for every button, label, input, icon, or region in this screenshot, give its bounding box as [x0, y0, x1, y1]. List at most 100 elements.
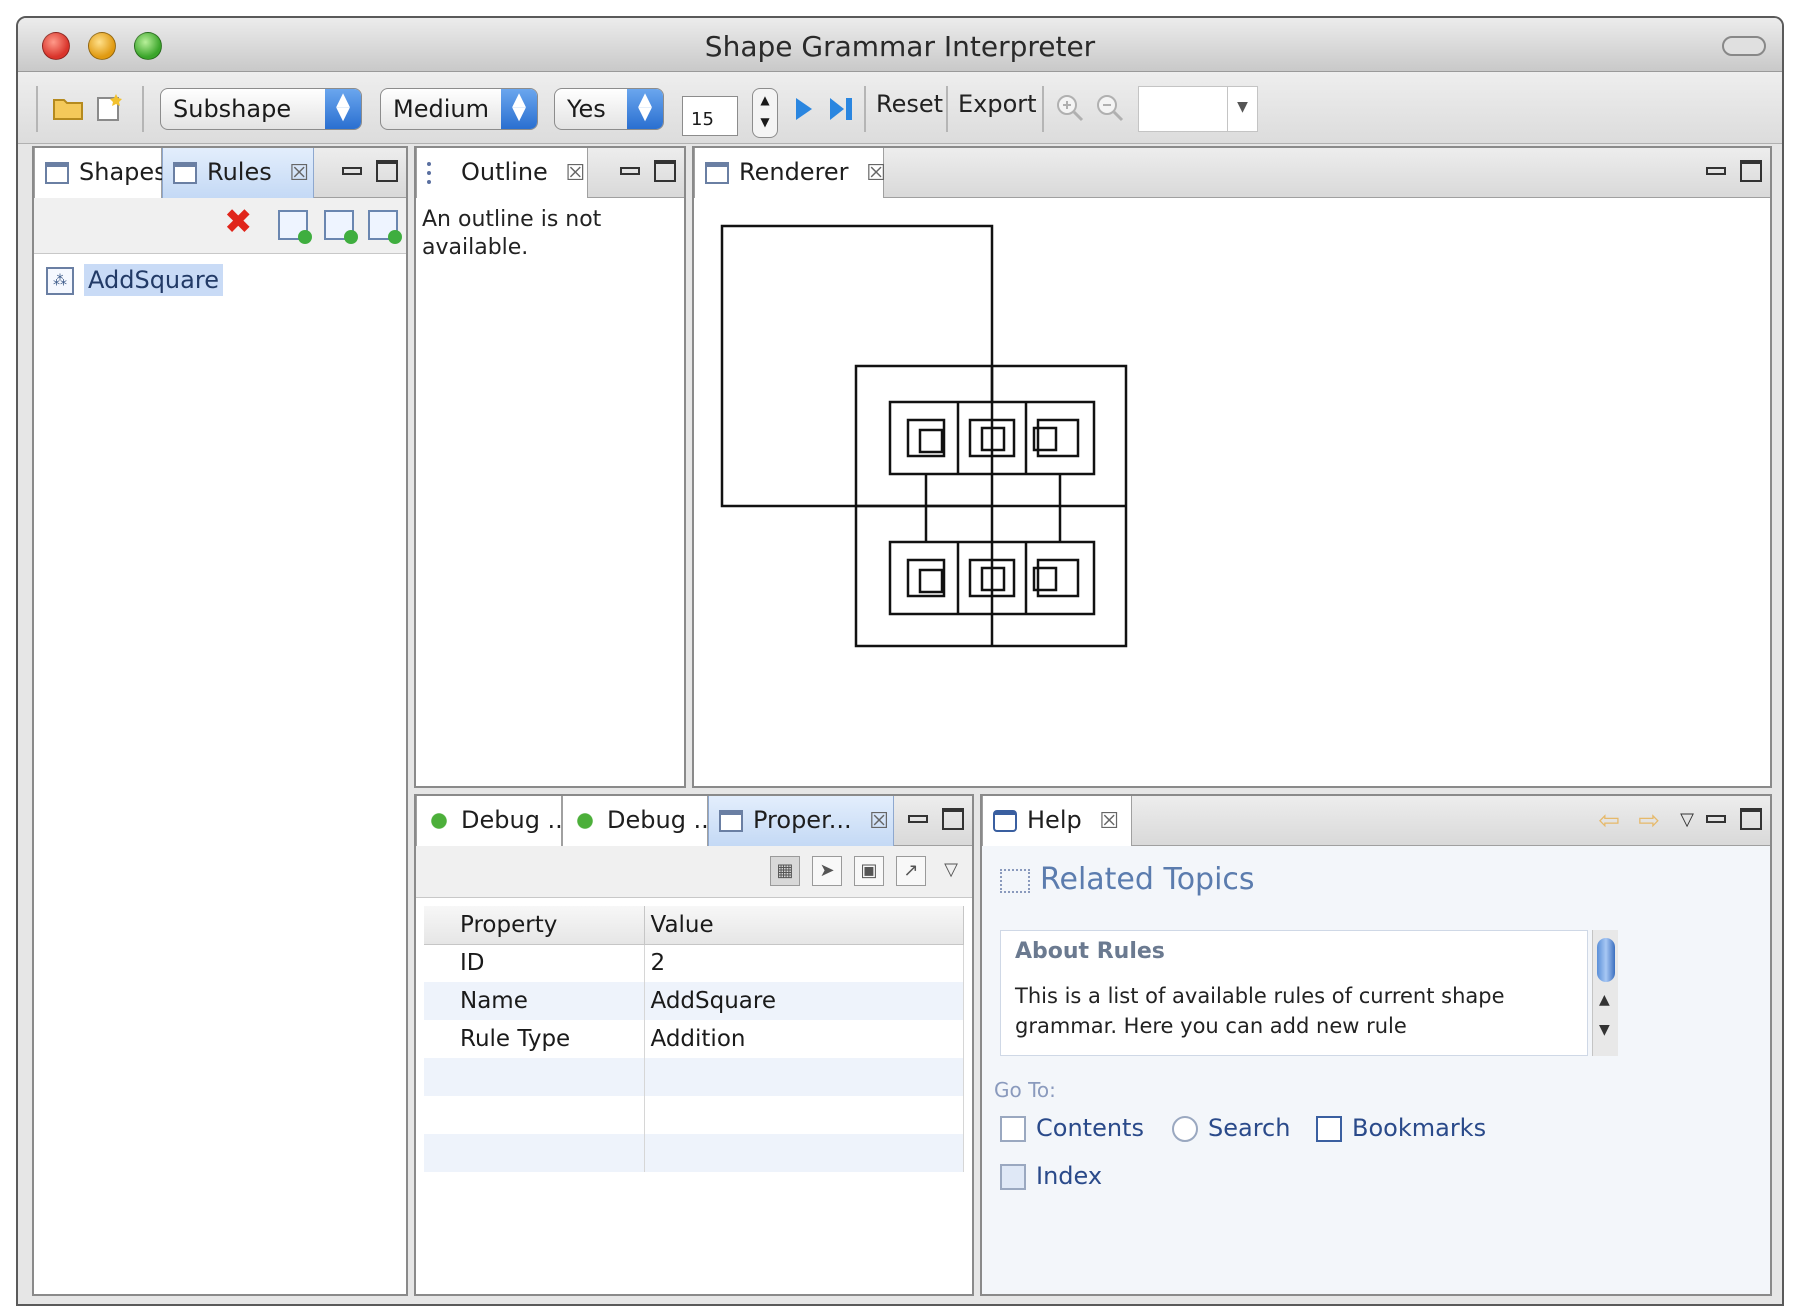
subshape-select[interactable]: Subshape ▲ ▼	[160, 88, 362, 130]
table-row[interactable]: ID 2	[424, 944, 964, 982]
speed-select-value: Medium	[393, 95, 489, 123]
title-bar: Shape Grammar Interpreter	[18, 18, 1782, 72]
search-link[interactable]: Search	[1172, 1114, 1290, 1142]
close-tab-icon[interactable]: ☒	[866, 161, 886, 186]
property-cell: Rule Type	[424, 1020, 645, 1058]
chevron-updown-icon: ▲ ▼	[325, 89, 361, 129]
help-scrollbar[interactable]: ▲ ▼	[1592, 930, 1618, 1056]
column-header-value[interactable]: Value	[644, 906, 964, 945]
maximize-panel-icon[interactable]	[1740, 808, 1762, 830]
close-tab-icon[interactable]: ☒	[1099, 809, 1119, 834]
panel-min-max: ▽	[1680, 806, 1762, 831]
new-file-icon[interactable]	[94, 92, 126, 122]
outline-icon	[427, 162, 451, 184]
value-cell: 2	[644, 944, 964, 982]
close-tab-icon[interactable]: ☒	[289, 161, 309, 186]
index-link[interactable]: Index	[1000, 1162, 1102, 1190]
tab-debug-1[interactable]: Debug ...	[416, 796, 570, 846]
tab-shapes[interactable]: Shapes	[34, 148, 167, 198]
value-cell: Addition	[644, 1020, 964, 1058]
window-title: Shape Grammar Interpreter	[704, 30, 1096, 63]
about-rules-title[interactable]: About Rules	[1015, 939, 1165, 964]
filter-icon[interactable]: ➤	[812, 856, 842, 886]
tab-renderer[interactable]: Renderer ☒	[694, 148, 886, 198]
tab-help[interactable]: Help ☒	[982, 796, 1132, 846]
about-rules-text: This is a list of available rules of cur…	[1015, 984, 1505, 1038]
add-rule-variant-icon[interactable]	[368, 210, 402, 244]
steps-input[interactable]: 15	[682, 96, 738, 136]
play-icon[interactable]	[788, 94, 820, 124]
rules-panel: Shapes Rules ☒ ✖ ⁂ AddSquare	[32, 146, 408, 1296]
minimize-panel-icon[interactable]	[1706, 815, 1726, 823]
minimize-panel-icon[interactable]	[342, 167, 362, 175]
speed-select[interactable]: Medium ▲ ▼	[380, 88, 538, 130]
pin-icon[interactable]: ↗	[896, 856, 926, 886]
canvas-small-square	[906, 558, 946, 598]
properties-toolbar: ▦ ➤ ▣ ↗ ▽	[416, 846, 972, 898]
restore-default-icon[interactable]: ▣	[854, 856, 884, 886]
maximize-panel-icon[interactable]	[1740, 160, 1762, 182]
value-cell	[644, 1058, 964, 1096]
minimize-panel-icon[interactable]	[1706, 167, 1726, 175]
steps-stepper[interactable]: ▲ ▼	[752, 88, 778, 138]
zoom-level-combo[interactable]: ▼	[1138, 86, 1258, 132]
yes-select[interactable]: Yes ▲ ▼	[554, 88, 664, 130]
column-header-property[interactable]: Property	[424, 906, 645, 945]
step-to-end-icon[interactable]	[826, 94, 858, 124]
minimize-panel-icon[interactable]	[908, 815, 928, 823]
view-icon	[45, 162, 69, 184]
view-menu-icon[interactable]: ▽	[936, 856, 966, 886]
tab-debug-2[interactable]: Debug ...	[562, 796, 716, 846]
scrollbar-thumb[interactable]	[1597, 938, 1615, 982]
tab-rules[interactable]: Rules ☒	[162, 148, 314, 198]
panel-min-max	[342, 158, 398, 183]
panel-min-max	[908, 806, 964, 831]
property-cell	[424, 1058, 645, 1096]
main-toolbar: Subshape ▲ ▼ Medium ▲ ▼ Yes ▲ ▼ 15 ▲ ▼ Reset…	[18, 72, 1782, 144]
properties-panel: Debug ... Debug ... Proper... ☒ ▦ ➤ ▣ ↗ …	[414, 794, 974, 1296]
table-row	[424, 1058, 964, 1096]
close-tab-icon[interactable]: ☒	[565, 161, 585, 186]
folder-open-icon[interactable]	[52, 92, 84, 122]
tab-outline[interactable]: Outline ☒	[416, 148, 588, 198]
view-menu-icon[interactable]: ▽	[1680, 809, 1694, 830]
categories-icon[interactable]: ▦	[770, 856, 800, 886]
goto-label: Go To:	[994, 1078, 1056, 1102]
zoom-in-icon[interactable]	[1054, 92, 1086, 122]
shape-canvas[interactable]	[694, 198, 1770, 786]
tab-properties[interactable]: Proper... ☒	[708, 796, 894, 846]
rule-tree-item[interactable]: ⁂ AddSquare	[46, 264, 223, 296]
chevron-updown-icon: ▲ ▼	[501, 89, 537, 129]
index-link-label: Index	[1036, 1162, 1103, 1190]
reset-button[interactable]: Reset	[876, 90, 943, 118]
close-tab-icon[interactable]: ☒	[869, 809, 889, 834]
minimize-panel-icon[interactable]	[620, 167, 640, 175]
subshape-select-value: Subshape	[173, 95, 292, 123]
toolbar-toggle-button[interactable]	[1722, 36, 1766, 56]
table-row[interactable]: Rule Type Addition	[424, 1020, 964, 1058]
add-rule-icon[interactable]	[278, 210, 312, 244]
canvas-small-square	[906, 418, 946, 458]
contents-link[interactable]: Contents	[1000, 1114, 1144, 1142]
table-row[interactable]: Name AddSquare	[424, 982, 964, 1020]
bookmarks-link[interactable]: Bookmarks	[1316, 1114, 1486, 1142]
maximize-panel-icon[interactable]	[942, 808, 964, 830]
export-button[interactable]: Export	[958, 90, 1037, 118]
value-cell: AddSquare	[644, 982, 964, 1020]
scroll-up-icon[interactable]: ▲	[1599, 992, 1610, 1008]
tab-debug-1-label: Debug ...	[461, 806, 571, 834]
scroll-down-icon[interactable]: ▼	[1599, 1022, 1610, 1038]
maximize-panel-icon[interactable]	[376, 160, 398, 182]
zoom-out-icon[interactable]	[1094, 92, 1126, 122]
tab-renderer-label: Renderer	[739, 158, 849, 186]
outline-panel-header: Outline ☒	[416, 148, 684, 198]
add-rule-copy-icon[interactable]	[324, 210, 358, 244]
toolbar-separator	[1042, 86, 1044, 132]
maximize-panel-icon[interactable]	[654, 160, 676, 182]
forward-arrow-icon[interactable]: ⇨	[1638, 806, 1660, 836]
delete-rule-icon[interactable]: ✖	[224, 202, 253, 242]
back-arrow-icon[interactable]: ⇦	[1598, 806, 1620, 836]
canvas-small-square	[918, 428, 944, 454]
properties-panel-header: Debug ... Debug ... Proper... ☒	[416, 796, 972, 846]
value-cell	[644, 1096, 964, 1134]
